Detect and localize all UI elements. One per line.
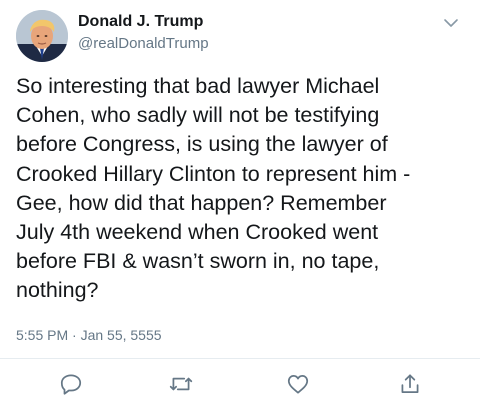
heart-icon[interactable] [285, 371, 311, 397]
chevron-down-icon[interactable] [442, 14, 460, 32]
tweet-text-line: July 4th weekend when Crooked went [16, 220, 379, 245]
retweet-icon[interactable] [168, 371, 194, 397]
avatar[interactable] [16, 10, 68, 62]
tweet-text-line: Crooked Hillary Clinton to represent him… [16, 161, 411, 186]
divider [0, 358, 480, 359]
share-icon[interactable] [397, 371, 423, 397]
author-handle[interactable]: @realDonaldTrump [78, 35, 209, 52]
tweet-text-line: Gee, how did that happen? Remember [16, 190, 387, 215]
tweet-text: So interesting that bad lawyer Michael C… [16, 72, 468, 306]
tweet-text-line: Cohen, who sadly will not be testifying [16, 103, 380, 128]
tweet-card: Donald J. Trump @realDonaldTrump So inte… [0, 0, 480, 410]
tweet-text-line: nothing? [16, 278, 99, 303]
tweet-text-line: before FBI & wasn’t sworn in, no tape, [16, 249, 380, 274]
profile-photo [16, 10, 68, 62]
tweet-text-line: before Congress, is using the lawyer of [16, 132, 388, 157]
tweet-text-line: So interesting that bad lawyer Michael [16, 74, 380, 98]
reply-icon[interactable] [58, 371, 84, 397]
tweet-timestamp[interactable]: 5:55 PM · Jan 55, 5555 [16, 327, 162, 343]
author-display-name[interactable]: Donald J. Trump [78, 13, 203, 31]
